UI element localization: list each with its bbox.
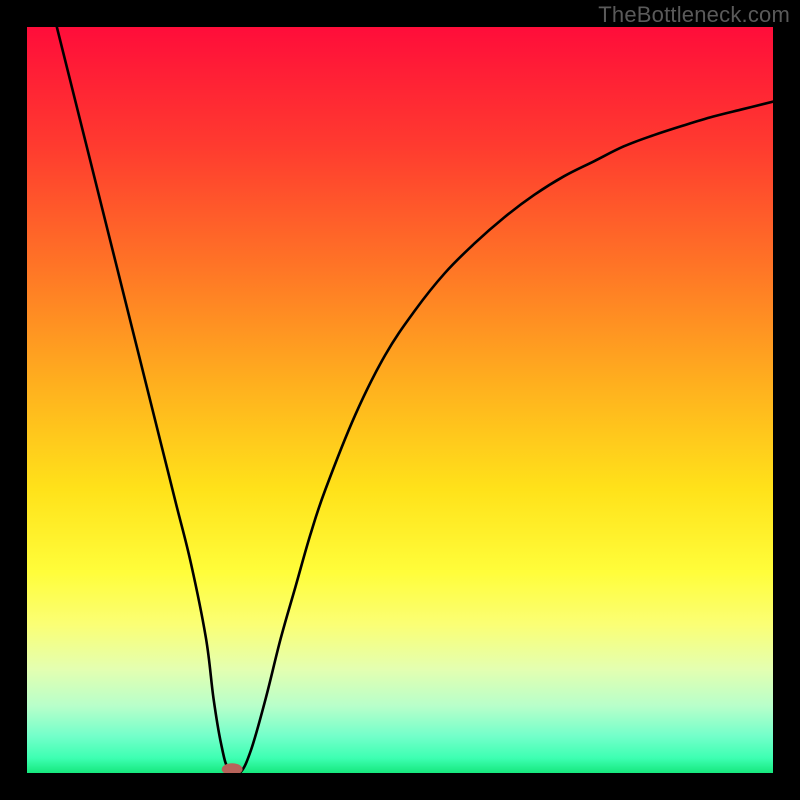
chart-container: TheBottleneck.com — [0, 0, 800, 800]
bottleneck-chart — [27, 27, 773, 773]
watermark-text: TheBottleneck.com — [598, 2, 790, 28]
chart-background — [27, 27, 773, 773]
